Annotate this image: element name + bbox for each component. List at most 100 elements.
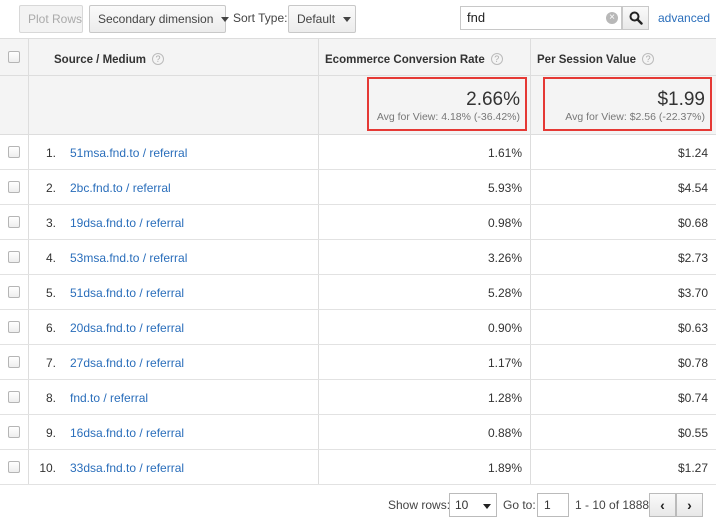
divider (530, 135, 531, 169)
row-checkbox[interactable] (8, 251, 20, 263)
source-medium-link[interactable]: fnd.to / referral (70, 391, 148, 405)
divider (530, 76, 531, 134)
table-row[interactable]: 9. 16dsa.fnd.to / referral 0.88% $0.55 (0, 415, 716, 450)
source-medium-link[interactable]: 20dsa.fnd.to / referral (70, 321, 184, 335)
divider (28, 450, 29, 484)
divider (318, 240, 319, 274)
help-icon[interactable]: ? (152, 53, 165, 65)
sort-type-label: Sort Type: (233, 11, 288, 25)
divider (28, 240, 29, 274)
row-checkbox[interactable] (8, 286, 20, 298)
divider (530, 345, 531, 379)
divider (318, 170, 319, 204)
row-number: 10. (39, 461, 56, 475)
divider (318, 39, 319, 76)
next-page-button[interactable]: › (676, 493, 703, 517)
table-row[interactable]: 4. 53msa.fnd.to / referral 3.26% $2.73 (0, 240, 716, 275)
per-session-value-cell: $2.73 (677, 251, 708, 265)
divider (318, 450, 319, 484)
per-session-value-cell: $0.74 (677, 391, 708, 405)
table-row[interactable]: 6. 20dsa.fnd.to / referral 0.90% $0.63 (0, 310, 716, 345)
row-number: 7. (45, 356, 56, 370)
table-row[interactable]: 8. fnd.to / referral 1.28% $0.74 (0, 380, 716, 415)
row-number: 3. (45, 216, 56, 230)
goto-input[interactable]: 1 (537, 493, 569, 517)
row-number: 8. (45, 391, 56, 405)
per-session-value-header-label: Per Session Value (537, 54, 637, 66)
table-row[interactable]: 5. 51dsa.fnd.to / referral 5.28% $3.70 (0, 275, 716, 310)
per-session-value-cell: $4.54 (677, 181, 708, 195)
divider (530, 170, 531, 204)
divider (28, 275, 29, 309)
divider (318, 76, 319, 134)
chevron-down-icon (483, 504, 491, 509)
secondary-dimension-dropdown[interactable]: Secondary dimension (89, 5, 230, 33)
per-session-value-cell: $0.68 (677, 216, 708, 230)
page-range: 1 - 10 of 1888 (575, 498, 650, 512)
source-medium-header[interactable]: Source / Medium? (54, 53, 165, 66)
source-medium-link[interactable]: 2bc.fnd.to / referral (70, 181, 171, 195)
source-medium-link[interactable]: 33dsa.fnd.to / referral (70, 461, 184, 475)
row-checkbox[interactable] (8, 461, 20, 473)
row-checkbox[interactable] (8, 391, 20, 403)
source-medium-link[interactable]: 19dsa.fnd.to / referral (70, 216, 184, 230)
table-row[interactable]: 10. 33dsa.fnd.to / referral 1.89% $1.27 (0, 450, 716, 485)
secondary-dimension-label: Secondary dimension (98, 12, 214, 26)
row-checkbox[interactable] (8, 216, 20, 228)
source-medium-link[interactable]: 27dsa.fnd.to / referral (70, 356, 184, 370)
row-checkbox[interactable] (8, 181, 20, 193)
divider (530, 205, 531, 239)
source-medium-link[interactable]: 51msa.fnd.to / referral (70, 146, 187, 160)
divider (318, 415, 319, 449)
per-session-value-cell: $3.70 (677, 286, 708, 300)
table-row[interactable]: 7. 27dsa.fnd.to / referral 1.17% $0.78 (0, 345, 716, 380)
per-session-value-header[interactable]: Per Session Value? (537, 53, 655, 66)
divider (318, 275, 319, 309)
table-row[interactable]: 1. 51msa.fnd.to / referral 1.61% $1.24 (0, 135, 716, 170)
source-medium-link[interactable]: 16dsa.fnd.to / referral (70, 426, 184, 440)
divider (318, 345, 319, 379)
row-checkbox[interactable] (8, 146, 20, 158)
search-input[interactable]: fnd (460, 6, 622, 30)
show-rows-select[interactable]: 10 (449, 493, 497, 517)
sort-type-dropdown[interactable]: Default (288, 5, 356, 33)
row-number: 4. (45, 251, 56, 265)
table-row[interactable]: 2. 2bc.fnd.to / referral 5.93% $4.54 (0, 170, 716, 205)
divider (28, 205, 29, 239)
table-row[interactable]: 3. 19dsa.fnd.to / referral 0.98% $0.68 (0, 205, 716, 240)
divider (28, 170, 29, 204)
row-number: 6. (45, 321, 56, 335)
help-icon[interactable]: ? (642, 53, 655, 65)
divider (530, 310, 531, 344)
conversion-rate-cell: 0.88% (487, 426, 522, 440)
source-medium-link[interactable]: 53msa.fnd.to / referral (70, 251, 187, 265)
pagination-footer: Show rows: 10 Go to: 1 1 - 10 of 1888 ‹ … (0, 485, 716, 525)
source-medium-link[interactable]: 51dsa.fnd.to / referral (70, 286, 184, 300)
conversion-rate-cell: 5.28% (487, 286, 522, 300)
row-checkbox[interactable] (8, 426, 20, 438)
plot-rows-button[interactable]: Plot Rows (19, 5, 83, 33)
per-session-value-cell: $1.24 (677, 146, 708, 160)
row-checkbox[interactable] (8, 356, 20, 368)
chevron-right-icon: › (687, 497, 692, 513)
help-icon[interactable]: ? (490, 53, 503, 65)
clear-search-icon[interactable]: × (606, 12, 618, 24)
conversion-rate-cell: 1.89% (487, 461, 522, 475)
chevron-down-icon (343, 16, 352, 22)
source-medium-header-label: Source / Medium (54, 54, 147, 66)
prev-page-button[interactable]: ‹ (649, 493, 676, 517)
row-checkbox[interactable] (8, 321, 20, 333)
advanced-search-link[interactable]: advanced (658, 11, 710, 25)
show-rows-value: 10 (455, 498, 469, 512)
select-all-checkbox[interactable] (8, 51, 20, 63)
row-number: 5. (45, 286, 56, 300)
chevron-down-icon (221, 16, 230, 22)
search-button[interactable] (622, 6, 649, 30)
row-number: 1. (45, 146, 56, 160)
conversion-rate-header[interactable]: Ecommerce Conversion Rate? (325, 53, 503, 66)
divider (28, 380, 29, 414)
conversion-rate-cell: 1.28% (487, 391, 522, 405)
chevron-left-icon: ‹ (660, 497, 665, 513)
row-number: 2. (45, 181, 56, 195)
summary-row: 2.66% Avg for View: 4.18% (-36.42%) $1.9… (0, 76, 716, 135)
